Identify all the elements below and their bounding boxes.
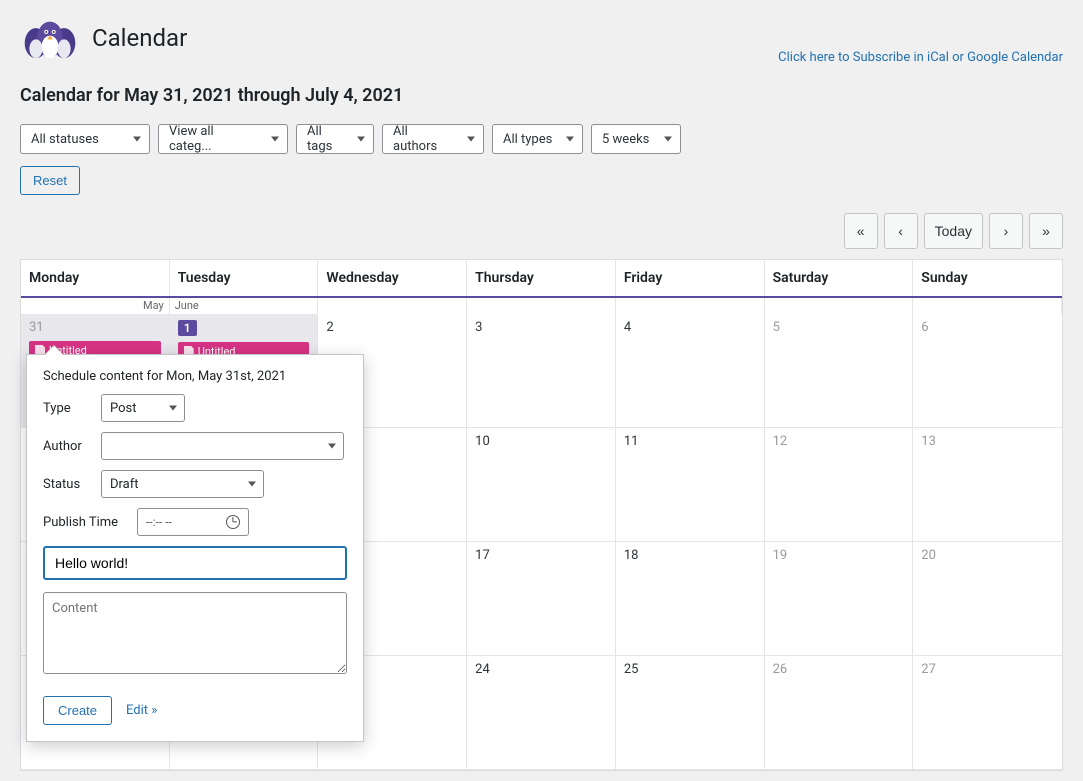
weekday-header: Wednesday xyxy=(318,260,467,296)
nav-today-button[interactable]: Today xyxy=(924,213,983,249)
popup-heading: Schedule content for Mon, May 31st, 2021 xyxy=(43,369,347,384)
type-select[interactable]: Post xyxy=(101,394,185,422)
day-number: 12 xyxy=(773,434,905,449)
day-number: 26 xyxy=(773,662,905,677)
filter-types-dropdown[interactable]: All types xyxy=(492,124,583,154)
nav-last-button[interactable]: » xyxy=(1029,213,1063,249)
day-number: 10 xyxy=(475,434,607,449)
nav-next-button[interactable]: › xyxy=(989,213,1023,249)
weekday-header: Monday xyxy=(21,260,170,296)
filter-weeks-dropdown[interactable]: 5 weeks xyxy=(591,124,681,154)
calendar-cell[interactable]: 27 xyxy=(913,656,1062,770)
page-title: Calendar xyxy=(92,24,187,52)
date-range-title: Calendar for May 31, 2021 through July 4… xyxy=(20,85,1063,106)
chevron-down-icon xyxy=(566,137,574,142)
time-value: --:-- -- xyxy=(146,515,172,529)
day-number: 4 xyxy=(624,320,756,335)
publish-time-label: Publish Time xyxy=(43,515,129,530)
calendar-cell[interactable]: 3 xyxy=(467,314,616,428)
status-label: Status xyxy=(43,477,93,492)
day-number: 5 xyxy=(773,320,905,335)
app-logo xyxy=(20,10,80,65)
chevron-down-icon xyxy=(664,137,672,142)
chevron-down-icon xyxy=(248,482,256,487)
day-number: 11 xyxy=(624,434,756,449)
calendar-cell[interactable]: 20 xyxy=(913,542,1062,656)
day-number: 27 xyxy=(921,662,1054,677)
status-select[interactable]: Draft xyxy=(101,470,264,498)
reset-button[interactable]: Reset xyxy=(20,166,80,195)
day-number: 17 xyxy=(475,548,607,563)
weekday-header: Thursday xyxy=(467,260,616,296)
day-number: 2 xyxy=(326,320,458,335)
day-number: 31 xyxy=(29,320,161,335)
calendar-cell[interactable]: 5 xyxy=(765,314,914,428)
day-number: 6 xyxy=(921,320,1054,335)
day-number: 20 xyxy=(921,548,1054,563)
calendar-cell[interactable]: 12 xyxy=(765,428,914,542)
day-number: 18 xyxy=(624,548,756,563)
calendar-cell[interactable]: 24 xyxy=(467,656,616,770)
day-number: 3 xyxy=(475,320,607,335)
post-content-textarea[interactable] xyxy=(43,592,347,674)
clock-icon xyxy=(226,515,240,529)
day-number: 25 xyxy=(624,662,756,677)
subscribe-link[interactable]: Click here to Subscribe in iCal or Googl… xyxy=(778,50,1063,65)
calendar-cell[interactable]: 17 xyxy=(467,542,616,656)
calendar-cell[interactable]: 19 xyxy=(765,542,914,656)
calendar-cell[interactable]: 10 xyxy=(467,428,616,542)
popup-arrow xyxy=(45,346,63,355)
edit-link[interactable]: Edit » xyxy=(126,703,157,718)
filter-category-dropdown[interactable]: View all categ... xyxy=(158,124,288,154)
calendar-cell[interactable]: 26 xyxy=(765,656,914,770)
create-button[interactable]: Create xyxy=(43,696,112,725)
month-label-june: June xyxy=(170,298,319,314)
chevron-down-icon xyxy=(169,406,177,411)
weekday-header: Sunday xyxy=(913,260,1062,296)
type-label: Type xyxy=(43,401,93,416)
nav-prev-button[interactable]: ‹ xyxy=(884,213,918,249)
weekday-header: Tuesday xyxy=(170,260,319,296)
chevron-down-icon xyxy=(133,137,141,142)
post-title-input[interactable] xyxy=(43,546,347,580)
calendar-cell[interactable]: 4 xyxy=(616,314,765,428)
schedule-popup: Schedule content for Mon, May 31st, 2021… xyxy=(26,354,364,742)
filter-tags-dropdown[interactable]: All tags xyxy=(296,124,374,154)
chevron-down-icon xyxy=(357,137,365,142)
day-number: 19 xyxy=(773,548,905,563)
day-number: 13 xyxy=(921,434,1054,449)
calendar-cell[interactable]: 25 xyxy=(616,656,765,770)
calendar-cell[interactable]: 11 xyxy=(616,428,765,542)
publish-time-input[interactable]: --:-- -- xyxy=(137,508,249,536)
month-label-may: May xyxy=(21,298,170,314)
weekday-header: Friday xyxy=(616,260,765,296)
weekday-header: Saturday xyxy=(765,260,914,296)
day-number: 24 xyxy=(475,662,607,677)
today-badge: 1 xyxy=(178,320,197,336)
calendar-cell[interactable]: 6 xyxy=(913,314,1062,428)
author-label: Author xyxy=(43,439,93,454)
nav-first-button[interactable]: « xyxy=(844,213,878,249)
calendar-cell[interactable]: 13 xyxy=(913,428,1062,542)
author-select[interactable] xyxy=(101,432,344,460)
chevron-down-icon xyxy=(271,137,279,142)
chevron-down-icon xyxy=(467,137,475,142)
chevron-down-icon xyxy=(328,444,336,449)
filter-authors-dropdown[interactable]: All authors xyxy=(382,124,484,154)
calendar-cell[interactable]: 18 xyxy=(616,542,765,656)
filter-status-dropdown[interactable]: All statuses xyxy=(20,124,150,154)
